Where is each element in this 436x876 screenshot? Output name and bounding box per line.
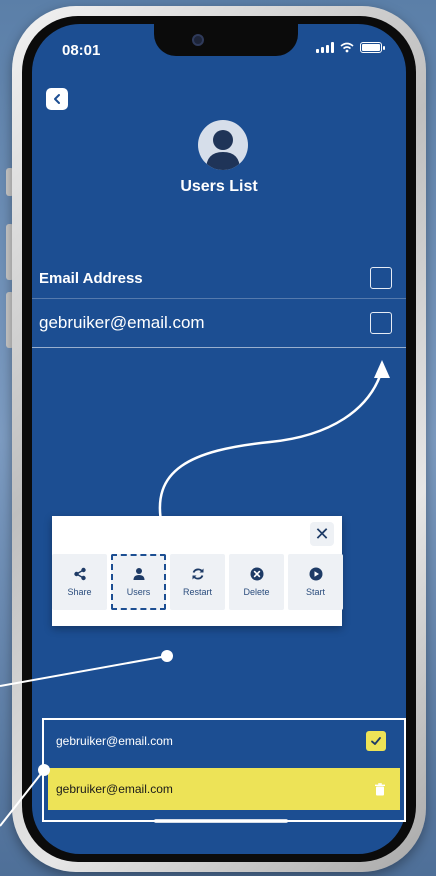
avatar [198, 120, 248, 170]
battery-icon [360, 42, 385, 53]
list-item-email: gebruiker@email.com [56, 734, 173, 748]
status-time: 08:01 [62, 42, 101, 59]
page-title: Users List [180, 178, 258, 195]
share-icon [73, 567, 86, 581]
chevron-left-icon [54, 94, 60, 104]
start-label: Start [305, 587, 325, 597]
users-button[interactable]: Users [111, 554, 166, 610]
row-checkbox[interactable] [370, 312, 392, 334]
user-icon [133, 568, 144, 580]
refresh-icon [192, 568, 203, 580]
delete-label: Delete [243, 587, 270, 597]
share-button[interactable]: Share [52, 554, 107, 610]
delete-button[interactable]: Delete [229, 554, 284, 610]
users-label: Users [126, 587, 151, 597]
list-item-email: gebruiker@email.com [39, 313, 205, 332]
list-item[interactable]: gebruiker@email.com [32, 298, 406, 348]
trash-icon[interactable] [374, 782, 386, 796]
user-avatar-icon [206, 130, 240, 170]
wifi-icon [340, 42, 354, 53]
back-button[interactable] [46, 88, 68, 110]
restart-label: Restart [182, 587, 212, 597]
checkmark-icon [371, 737, 381, 745]
camera-icon [192, 34, 204, 46]
select-all-checkbox[interactable] [370, 267, 392, 289]
notch [154, 24, 298, 56]
list-detail-callout: gebruiker@email.com gebruiker@email.com [42, 718, 406, 822]
status-icons [316, 42, 385, 53]
play-circle-icon [309, 567, 322, 581]
restart-button[interactable]: Restart [170, 554, 225, 610]
actions-popup: ✕ Share Users Restart Delete Start [52, 516, 343, 626]
close-icon: ✕ [314, 524, 330, 544]
column-header-email: Email Address [39, 269, 143, 287]
checked-checkbox[interactable] [366, 731, 386, 751]
start-button[interactable]: Start [288, 554, 343, 610]
list-item[interactable]: gebruiker@email.com [44, 720, 404, 762]
share-label: Share [67, 587, 92, 597]
signal-icon [316, 42, 334, 53]
close-button[interactable]: ✕ [310, 522, 334, 546]
list-item-highlighted[interactable]: gebruiker@email.com [48, 768, 400, 810]
list-header: Email Address [32, 258, 406, 298]
list-item-email: gebruiker@email.com [56, 782, 173, 796]
actions-toolbar: Share Users Restart Delete Start [52, 554, 343, 610]
delete-circle-icon [250, 567, 263, 581]
